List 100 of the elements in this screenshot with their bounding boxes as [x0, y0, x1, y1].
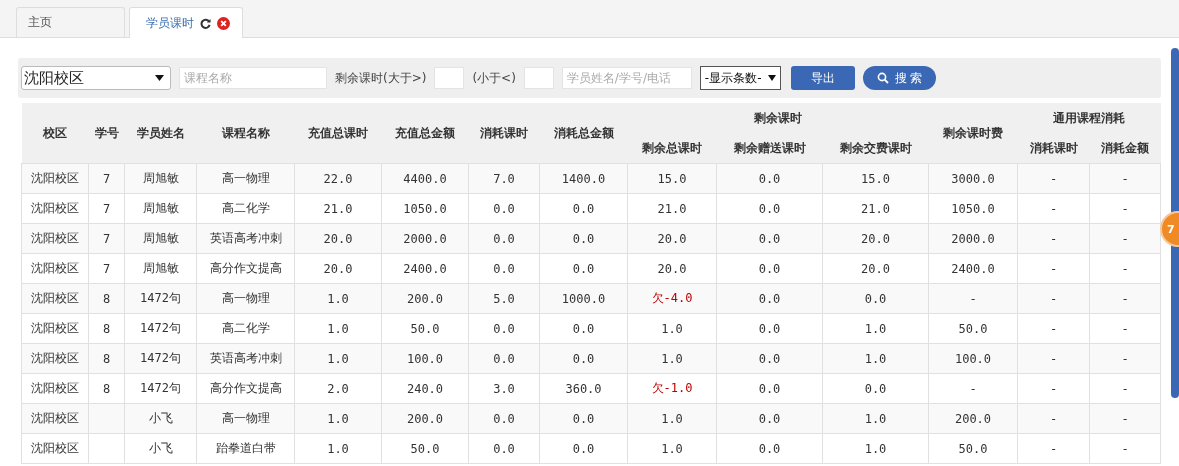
- search-icon: [876, 72, 889, 84]
- table-cell: 英语高考冲刺: [196, 223, 295, 254]
- group-header: 剩余课时: [754, 110, 802, 125]
- table-cell: 22.0: [294, 163, 382, 194]
- table-cell: -: [1017, 253, 1090, 284]
- table-cell: 沈阳校区: [21, 433, 89, 464]
- column-header: 课程名称: [221, 125, 270, 140]
- table-cell: 1.0: [294, 283, 382, 314]
- table-cell: 1050.0: [928, 193, 1018, 224]
- table-cell: 0.0: [539, 343, 628, 374]
- search-button[interactable]: 搜 索: [862, 66, 937, 90]
- table-cell: 1.0: [294, 343, 382, 374]
- table-cell: -: [1017, 403, 1090, 434]
- table-cell: -: [1089, 193, 1161, 224]
- table-cell: 0.0: [822, 373, 929, 404]
- table-cell: 小飞: [124, 433, 197, 464]
- table-cell: 0.0: [468, 253, 540, 284]
- table-cell: 0.0: [468, 223, 540, 254]
- column-header: 消耗金额: [1101, 140, 1149, 155]
- table-cell: 跆拳道白带: [196, 433, 295, 464]
- table-cell: -: [1017, 313, 1090, 344]
- table-cell: 沈阳校区: [21, 223, 89, 254]
- table-cell: -: [1089, 283, 1161, 314]
- table-cell: -: [1089, 163, 1161, 194]
- table-cell: 0.0: [468, 343, 540, 374]
- table-cell: 1.0: [294, 433, 382, 464]
- table-cell: 高分作文提高: [196, 253, 295, 284]
- table-cell: 50.0: [381, 433, 469, 464]
- table-cell: 50.0: [928, 313, 1018, 344]
- student-search-field[interactable]: 学员姓名/学号/电话: [561, 67, 692, 89]
- table-cell: 1.0: [627, 313, 717, 344]
- table-cell: 0.0: [822, 283, 929, 314]
- table-cell: 100.0: [928, 343, 1018, 374]
- caret-icon: [155, 75, 164, 81]
- table-cell: 20.0: [627, 253, 717, 284]
- column-header: 校区: [43, 125, 67, 140]
- group-header: 通用课程消耗: [1053, 110, 1125, 125]
- table-cell: 7.0: [468, 163, 540, 194]
- table-cell: 周旭敏: [124, 223, 197, 254]
- table-cell: -: [1017, 223, 1090, 254]
- table-cell: 高一物理: [196, 283, 295, 314]
- table-cell: 0.0: [539, 403, 628, 434]
- table-cell: 欠-4.0: [627, 283, 717, 314]
- table-cell: 0.0: [716, 343, 823, 374]
- table-cell: 20.0: [822, 223, 929, 254]
- table-cell: 4400.0: [381, 163, 469, 194]
- table-cell: 1.0: [822, 343, 929, 374]
- table-cell: 1472句: [124, 283, 197, 314]
- table-cell: -: [1017, 283, 1090, 314]
- remain-min-field[interactable]: [434, 67, 465, 89]
- column-header: 充值总课时: [308, 125, 368, 140]
- course-name-field[interactable]: 课程名称: [179, 67, 327, 89]
- table-cell: 1400.0: [539, 163, 628, 194]
- table-cell: 沈阳校区: [21, 253, 89, 284]
- refresh-icon[interactable]: [200, 17, 211, 29]
- table-cell: 7: [88, 163, 125, 194]
- table-cell: -: [1017, 343, 1090, 374]
- table-cell: 200.0: [928, 403, 1018, 434]
- table-cell: 小飞: [124, 403, 197, 434]
- table-cell: -: [1089, 433, 1161, 464]
- table-cell: 360.0: [539, 373, 628, 404]
- table-cell: -: [928, 283, 1018, 314]
- table-cell: 20.0: [627, 223, 717, 254]
- page-size-select[interactable]: -显示条数-: [699, 66, 781, 90]
- table-cell: 高一物理: [196, 163, 295, 194]
- column-header: 学号: [94, 125, 119, 140]
- table-cell: 15.0: [822, 163, 929, 194]
- close-icon[interactable]: [217, 16, 230, 30]
- campus-select[interactable]: 沈阳校区: [21, 66, 171, 90]
- table-cell: 1.0: [627, 343, 717, 374]
- table-cell: 0.0: [716, 313, 823, 344]
- table-cell: 1050.0: [381, 193, 469, 224]
- table-cell: 5.0: [468, 283, 540, 314]
- tab[interactable]: 学员课时: [129, 7, 243, 38]
- table-cell: 0.0: [539, 193, 628, 224]
- column-header: 学员姓名: [136, 125, 185, 140]
- table-cell: -: [1089, 223, 1161, 254]
- remain-min-label: 剩余课时(大于>): [335, 69, 427, 87]
- table-cell: 1.0: [294, 403, 382, 434]
- table-cell: 沈阳校区: [21, 313, 89, 344]
- table-cell: 英语高考冲刺: [196, 343, 295, 374]
- table-cell: 20.0: [294, 223, 382, 254]
- table-cell: 0.0: [716, 403, 823, 434]
- table-cell: -: [1017, 163, 1090, 194]
- tab[interactable]: 主页: [16, 7, 125, 37]
- remain-max-field[interactable]: [523, 67, 554, 89]
- table-cell: -: [1089, 253, 1161, 284]
- table-cell: 0.0: [716, 283, 823, 314]
- table-cell: -: [928, 373, 1018, 404]
- table-cell: 200.0: [381, 403, 469, 434]
- table-cell: 21.0: [627, 193, 717, 224]
- table-cell: 21.0: [822, 193, 929, 224]
- table-cell: 高二化学: [196, 313, 295, 344]
- table-cell: 1.0: [627, 433, 717, 464]
- table-cell: 50.0: [928, 433, 1018, 464]
- table-cell: 21.0: [294, 193, 382, 224]
- column-header: 消耗课时: [480, 125, 528, 140]
- table-cell: 2400.0: [381, 253, 469, 284]
- table-cell: 0.0: [468, 313, 540, 344]
- export-button[interactable]: 导出: [790, 66, 855, 90]
